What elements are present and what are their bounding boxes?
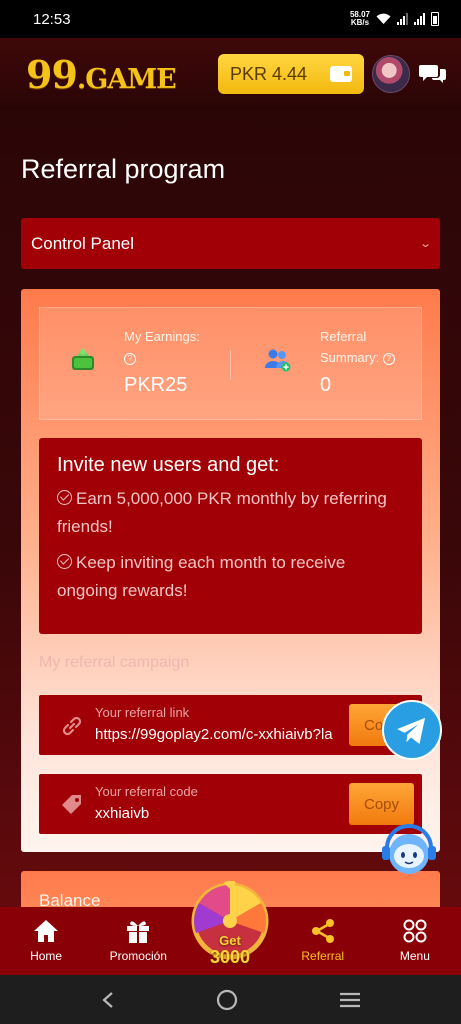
referral-summary-label-1: Referral <box>319 329 367 344</box>
system-nav-bar <box>0 975 461 1024</box>
wallet-balance: PKR 4.44 <box>230 63 308 84</box>
nav-label-menu: Menu <box>399 949 430 963</box>
logo[interactable]: 99.GAME <box>26 52 177 97</box>
gift-icon <box>127 921 150 943</box>
nav-label-home: Home <box>30 949 63 963</box>
telegram-icon[interactable] <box>382 700 442 760</box>
referral-code-field[interactable]: Your referral code xxhiaivb Copy <box>39 774 422 834</box>
wheel-text-line2: 3000 <box>209 947 251 967</box>
control-panel-label: Control Panel <box>31 233 135 253</box>
nav-label-promocion: Promoción <box>109 949 167 963</box>
nav-item-promocion[interactable]: Promoción <box>92 907 184 975</box>
referral-summary: Referral Summary: ? 0 <box>234 308 421 397</box>
net-speed: 58.07 KB/s <box>350 11 370 27</box>
help-icon[interactable]: ? <box>124 352 136 365</box>
earnings-summary: My Earnings: ? PKR25 Referral Summary: ?… <box>39 307 422 420</box>
nav-item-menu[interactable]: Menu <box>369 907 461 975</box>
grid-icon <box>403 919 427 943</box>
check-circle-icon <box>57 490 72 505</box>
page-title: Referral program <box>21 154 226 184</box>
my-earnings-label: My Earnings: <box>124 329 200 344</box>
share-icon <box>311 919 334 943</box>
status-time: 12:53 <box>33 10 71 28</box>
referral-link-label: Your referral link <box>95 705 190 720</box>
main-content[interactable]: Referral program Control Panel ⌄ My Earn… <box>0 110 461 907</box>
referral-card: My Earnings: ? PKR25 Referral Summary: ?… <box>21 289 440 852</box>
users-add-icon <box>264 349 291 372</box>
wallet-button[interactable]: PKR 4.44 <box>218 54 364 94</box>
lucky-wheel-button[interactable]: Get 3000 <box>186 881 274 969</box>
link-icon <box>62 716 82 736</box>
status-bar: 12:53 58.07 KB/s <box>0 0 461 38</box>
my-earnings: My Earnings: ? PKR25 <box>40 308 234 397</box>
signal-2-icon <box>414 13 425 25</box>
support-bot-icon[interactable] <box>377 818 441 880</box>
back-icon[interactable] <box>100 991 116 1009</box>
net-speed-unit: KB/s <box>350 18 370 27</box>
referral-summary-label-2: Summary: <box>319 350 380 365</box>
home-circle-icon[interactable] <box>216 989 238 1011</box>
check-circle-icon <box>57 554 72 569</box>
signal-1-icon <box>397 13 408 25</box>
nav-item-home[interactable]: Home <box>0 907 92 975</box>
wheel-text-line1: Get <box>219 933 241 948</box>
referral-link-value[interactable]: https://99goplay2.com/c-xxhiaivb?la <box>95 726 349 743</box>
wallet-icon <box>330 66 352 82</box>
avatar[interactable] <box>372 55 410 93</box>
invite-title: Invite new users and get: <box>57 454 280 476</box>
help-icon[interactable]: ? <box>382 352 395 365</box>
balance-label: Balance <box>39 891 101 907</box>
nav-label-referral: Referral <box>301 949 345 963</box>
home-icon <box>34 920 59 942</box>
referral-code-label: Your referral code <box>95 784 198 799</box>
chat-icon[interactable] <box>419 62 447 86</box>
referral-code-value[interactable]: xxhiaivb <box>95 805 349 822</box>
referral-link-field[interactable]: Your referral link https://99goplay2.com… <box>39 695 422 755</box>
campaign-title: My referral campaign <box>39 654 190 671</box>
status-icons: 58.07 KB/s <box>350 11 439 27</box>
invite-item: Keep inviting each month to receive ongo… <box>57 553 346 600</box>
control-panel-dropdown[interactable]: Control Panel ⌄ <box>21 218 440 269</box>
wifi-icon <box>376 13 391 24</box>
recents-icon[interactable] <box>339 991 361 1009</box>
nav-item-referral[interactable]: Referral <box>277 907 369 975</box>
app-header: 99.GAME PKR 4.44 <box>0 38 461 110</box>
tag-icon <box>62 795 81 814</box>
invite-item: Earn 5,000,000 PKR monthly by referring … <box>57 489 387 536</box>
battery-icon <box>431 12 439 26</box>
chevron-down-icon: ⌄ <box>418 238 432 250</box>
divider <box>230 350 231 380</box>
my-earnings-value: PKR25 <box>124 374 188 396</box>
money-icon <box>72 349 94 370</box>
invite-panel: Invite new users and get: Earn 5,000,000… <box>39 438 422 634</box>
referral-summary-value: 0 <box>319 374 332 396</box>
